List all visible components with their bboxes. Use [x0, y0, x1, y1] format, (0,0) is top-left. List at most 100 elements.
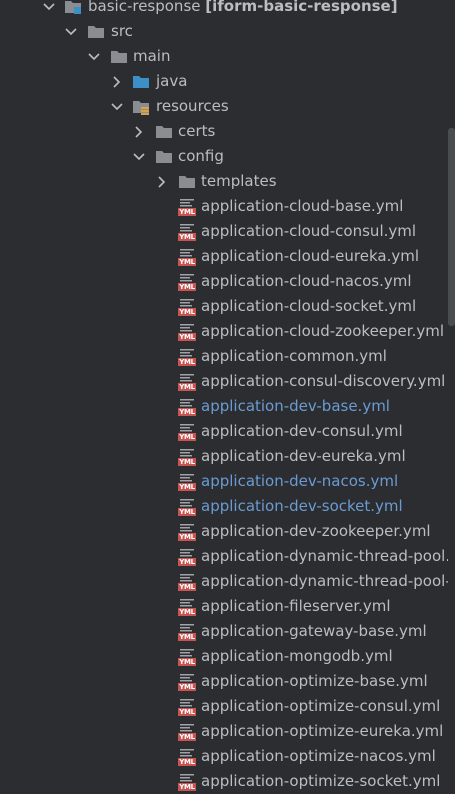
- tree-node-file[interactable]: YML application-mongodb.yml: [0, 644, 448, 669]
- tree-node-file[interactable]: YML application-dev-base.yml: [0, 394, 448, 419]
- chevron-down-icon[interactable]: [64, 19, 78, 44]
- file-name-label: application-optimize-consul.yml: [201, 697, 441, 715]
- tree-node-label: resources: [156, 97, 229, 115]
- tree-node-file[interactable]: YML application-cloud-socket.yml: [0, 294, 448, 319]
- tree-node-file[interactable]: YML application-cloud-zookeeper.yml: [0, 319, 448, 344]
- tree-node-templates[interactable]: templates: [0, 169, 448, 194]
- yml-badge: YML: [178, 583, 196, 591]
- chevron-down-icon[interactable]: [87, 44, 101, 69]
- folder-icon: [155, 148, 173, 166]
- yml-badge: YML: [178, 308, 196, 316]
- tree-node-file[interactable]: YML application-optimize-eureka.yml: [0, 719, 448, 744]
- file-name-label: application-cloud-eureka.yml: [201, 247, 420, 265]
- tree-node-certs[interactable]: certs: [0, 119, 448, 144]
- tree-node-file[interactable]: YML application-dev-zookeeper.yml: [0, 519, 448, 544]
- file-name-label: application-dev-base.yml: [201, 397, 390, 415]
- tree-node-file[interactable]: YML application-optimize-base.yml: [0, 669, 448, 694]
- yml-badge: YML: [178, 658, 196, 666]
- yml-badge: YML: [178, 758, 196, 766]
- chevron-right-icon[interactable]: [110, 69, 124, 94]
- folder-icon: [110, 48, 128, 66]
- tree-node-label: java: [156, 72, 188, 90]
- yml-file-icon: YML: [178, 598, 196, 616]
- tree-node-file[interactable]: YML application-cloud-base.yml: [0, 194, 448, 219]
- yml-badge: YML: [178, 233, 196, 241]
- yml-badge: YML: [178, 408, 196, 416]
- file-name-label: application-cloud-socket.yml: [201, 297, 417, 315]
- chevron-right-icon[interactable]: [155, 169, 169, 194]
- yml-file-icon: YML: [178, 223, 196, 241]
- yml-badge: YML: [178, 533, 196, 541]
- yml-badge: YML: [178, 683, 196, 691]
- yml-badge: YML: [178, 208, 196, 216]
- config-file-list: YML application-cloud-base.yml YML applicat…: [0, 194, 455, 794]
- tree-node-label: main: [133, 47, 171, 65]
- tree-node-file[interactable]: YML application-dev-nacos.yml: [0, 469, 448, 494]
- chevron-right-icon[interactable]: [132, 119, 146, 144]
- yml-badge: YML: [178, 458, 196, 466]
- file-name-label: application-cloud-consul.yml: [201, 222, 417, 240]
- file-name-label: application-optimize-base.yml: [201, 672, 428, 690]
- tree-node-main[interactable]: main: [0, 44, 448, 69]
- tree-node-file[interactable]: YML application-gateway-base.yml: [0, 619, 448, 644]
- tree-node-file[interactable]: YML application-optimize-socket.yml: [0, 769, 448, 794]
- yml-file-icon: YML: [178, 498, 196, 516]
- tree-node-file[interactable]: YML application-cloud-nacos.yml: [0, 269, 448, 294]
- tree-node-file[interactable]: YML application-consul-discovery.yml: [0, 369, 448, 394]
- yml-file-icon: YML: [178, 298, 196, 316]
- tree-node-file[interactable]: YML application-dynamic-thread-pool-s: [0, 569, 455, 594]
- folder-icon: [87, 23, 105, 41]
- tree-node-file[interactable]: YML application-dev-consul.yml: [0, 419, 448, 444]
- yml-badge: YML: [178, 258, 196, 266]
- yml-badge: YML: [178, 633, 196, 641]
- tree-node-file[interactable]: YML application-dynamic-thread-pool.y: [0, 544, 455, 569]
- tree-node-file[interactable]: YML application-fileserver.yml: [0, 594, 448, 619]
- tree-node-label: certs: [178, 122, 216, 140]
- yml-badge: YML: [178, 733, 196, 741]
- yml-file-icon: YML: [178, 448, 196, 466]
- file-name-label: application-dynamic-thread-pool.y: [201, 547, 455, 565]
- yml-badge: YML: [178, 333, 196, 341]
- tree-node-label: src: [111, 22, 133, 40]
- tree-node-file[interactable]: YML application-optimize-consul.yml: [0, 694, 448, 719]
- scrollbar-thumb[interactable]: [448, 128, 455, 326]
- file-name-label: application-optimize-eureka.yml: [201, 722, 444, 740]
- tree-node-resources[interactable]: resources: [0, 94, 448, 119]
- tree-node-module-root[interactable]: basic-response [iform-basic-response]: [0, 0, 448, 19]
- tree-node-file[interactable]: YML application-dev-eureka.yml: [0, 444, 448, 469]
- yml-badge: YML: [178, 708, 196, 716]
- file-name-label: application-dev-consul.yml: [201, 422, 403, 440]
- tree-node-java[interactable]: java: [0, 69, 448, 94]
- yml-badge: YML: [178, 383, 196, 391]
- file-name-label: application-gateway-base.yml: [201, 622, 427, 640]
- folder-icon: [155, 123, 173, 141]
- yml-badge: YML: [178, 783, 196, 791]
- file-name-label: application-optimize-nacos.yml: [201, 747, 436, 765]
- project-tree: basic-response [iform-basic-response] sr…: [0, 0, 455, 794]
- tree-node-config[interactable]: config: [0, 144, 448, 169]
- file-name-label: application-consul-discovery.yml: [201, 372, 446, 390]
- tree-node-file[interactable]: YML application-optimize-nacos.yml: [0, 744, 448, 769]
- yml-file-icon: YML: [178, 698, 196, 716]
- tree-node-file[interactable]: YML application-cloud-consul.yml: [0, 219, 448, 244]
- yml-badge: YML: [178, 558, 196, 566]
- file-name-label: application-cloud-base.yml: [201, 197, 404, 215]
- file-name-label: application-dev-nacos.yml: [201, 472, 399, 490]
- chevron-down-icon[interactable]: [42, 0, 56, 19]
- yml-file-icon: YML: [178, 248, 196, 266]
- module-qualifier: [iform-basic-response]: [205, 0, 398, 15]
- chevron-down-icon[interactable]: [110, 94, 124, 119]
- yml-file-icon: YML: [178, 348, 196, 366]
- tree-node-src[interactable]: src: [0, 19, 448, 44]
- yml-badge: YML: [178, 283, 196, 291]
- tree-node-label: config: [178, 147, 224, 165]
- tree-node-file[interactable]: YML application-common.yml: [0, 344, 448, 369]
- yml-file-icon: YML: [178, 373, 196, 391]
- yml-file-icon: YML: [178, 648, 196, 666]
- chevron-down-icon[interactable]: [132, 144, 146, 169]
- yml-badge: YML: [178, 433, 196, 441]
- yml-file-icon: YML: [178, 523, 196, 541]
- tree-node-file[interactable]: YML application-dev-socket.yml: [0, 494, 448, 519]
- tree-node-file[interactable]: YML application-cloud-eureka.yml: [0, 244, 448, 269]
- vertical-scrollbar[interactable]: [448, 0, 455, 794]
